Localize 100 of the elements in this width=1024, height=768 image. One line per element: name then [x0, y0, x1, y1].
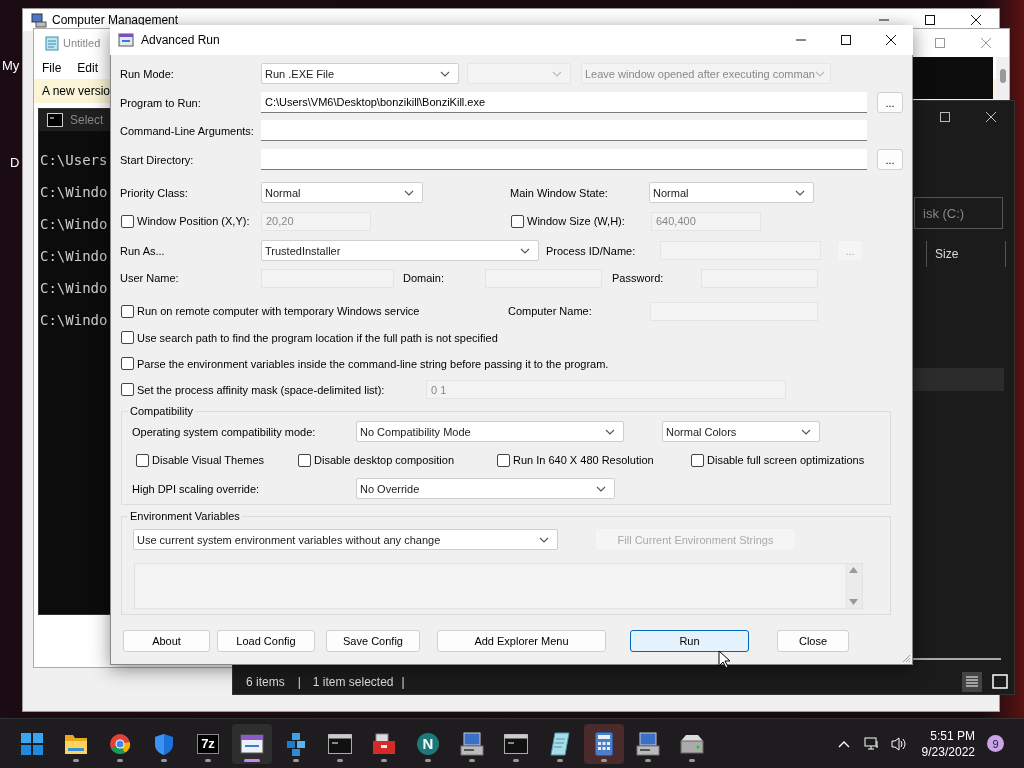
field-label: Password:: [612, 272, 664, 284]
window-title: Advanced Run: [141, 33, 220, 47]
maximize-icon: [840, 35, 851, 45]
dropdown[interactable]: TrustedInstaller: [261, 240, 539, 261]
menu-item[interactable]: File: [42, 60, 62, 75]
field-label: High DPI scaling override:: [132, 482, 260, 495]
checkbox[interactable]: Window Size (W,H):: [511, 214, 625, 228]
console-line: C:\Windo: [40, 311, 108, 330]
taskbar-button[interactable]: 7z: [188, 723, 228, 764]
dropdown[interactable]: Normal: [649, 182, 814, 203]
dialog-button[interactable]: Run: [630, 630, 749, 652]
checkbox[interactable]: Set the process affinity mask (space-delimited list):: [121, 383, 385, 396]
group-title: Environment Variables: [129, 510, 241, 522]
checkbox[interactable]: Parse the environment variables inside the command-line string before passing it to the program.: [121, 357, 609, 370]
text-field[interactable]: [261, 120, 867, 141]
computer-icon: [636, 731, 660, 756]
checkbox[interactable]: Run on remote computer with temporary Windows service: [121, 304, 420, 318]
dialog-button[interactable]: About: [123, 630, 210, 652]
console-line: C:\Windo: [40, 183, 108, 202]
dropdown[interactable]: No Compatibility Mode: [356, 421, 624, 442]
status-text: 1 item selected: [312, 674, 394, 689]
checkbox[interactable]: Use search path to find the program location if the full path is not specified: [121, 331, 498, 344]
notepad-icon: [549, 731, 571, 756]
console-line: C:\Windo: [40, 279, 108, 298]
calculator-icon: [595, 731, 613, 756]
status-separator: |: [401, 674, 405, 689]
field-label: Computer Name:: [508, 305, 592, 317]
address-field: isk (C:): [914, 197, 1003, 229]
maximize-icon: [925, 15, 935, 25]
checkbox[interactable]: Disable desktop composition: [298, 453, 455, 467]
volume-icon[interactable]: [889, 735, 908, 752]
maximize-icon: [935, 37, 945, 48]
chevron-down-icon: [440, 70, 450, 77]
browse-button[interactable]: ...: [877, 149, 903, 170]
notification-badge[interactable]: 9: [987, 735, 1004, 752]
checkbox[interactable]: Disable full screen optimizations: [691, 453, 865, 467]
chevron-down-icon: [801, 428, 811, 435]
close-icon: [986, 112, 996, 122]
group-title: Compatibility: [129, 405, 194, 417]
taskbar-button[interactable]: [584, 723, 624, 764]
checkbox[interactable]: Window Position (X,Y):: [121, 214, 250, 228]
dropdown[interactable]: Normal: [261, 182, 423, 203]
shield-icon: [154, 732, 174, 755]
window-icon: [240, 733, 264, 754]
text-field[interactable]: C:\Users\VM6\Desktop\bonzikill\BonziKill.exe: [261, 92, 867, 113]
chevron-down-icon: [605, 428, 615, 435]
field-label: Process ID/Name:: [546, 244, 636, 257]
mouse-pointer-icon: [718, 650, 731, 669]
desktop-icon-label: D: [10, 155, 20, 170]
scrollbar: [996, 57, 1009, 99]
window-title: Untitled: [63, 36, 101, 49]
resize-grip-icon: [901, 653, 911, 663]
chevron-down-icon: [520, 247, 530, 254]
dialog-button[interactable]: Close: [777, 630, 849, 652]
console-line: C:\Windo: [40, 247, 108, 266]
checkbox[interactable]: Run In 640 X 480 Resolution: [497, 453, 654, 467]
close-icon: [971, 15, 981, 25]
app-icon: [118, 32, 134, 48]
field-label: Priority Class:: [120, 186, 188, 199]
chevron-down-icon: [795, 189, 805, 196]
menu-item[interactable]: Edit: [77, 60, 99, 75]
console-line: C:\Windo: [40, 215, 108, 234]
chevron-down-icon: [552, 70, 562, 77]
tiles-view-icon[interactable]: [992, 673, 1008, 690]
drive-icon: [680, 733, 704, 754]
dialog-button[interactable]: Add Explorer Menu: [437, 630, 606, 652]
dropdown[interactable]: Use current system environment variables without any change: [133, 529, 558, 550]
network-icon[interactable]: [863, 735, 880, 752]
clock-date[interactable]: 9/23/2022: [921, 743, 975, 760]
windows-logo-icon: [21, 732, 43, 755]
details-view-icon[interactable]: [962, 671, 982, 692]
toolbox-icon: [372, 732, 396, 755]
taskbar-button[interactable]: N: [408, 723, 448, 764]
chevron-down-icon: [814, 70, 825, 77]
dialog-button[interactable]: Load Config: [217, 630, 315, 652]
console-line: C:\Users: [40, 151, 108, 170]
column-header: Size: [926, 241, 1006, 267]
field-label: Operating system compatibility mode:: [132, 425, 316, 438]
window-title: Select: [70, 113, 104, 127]
chevron-up-icon[interactable]: [837, 739, 850, 748]
field-label: Run Mode:: [120, 67, 174, 80]
dialog-button[interactable]: Save Config: [326, 630, 420, 652]
field-label: Run As...: [120, 244, 165, 257]
clock-time[interactable]: 5:51 PM: [930, 727, 975, 744]
console-icon: [47, 113, 63, 127]
checkbox[interactable]: Disable Visual Themes: [136, 453, 265, 467]
dropdown[interactable]: Normal Colors: [662, 421, 820, 442]
field-label: User Name:: [120, 272, 179, 284]
field-label: Start Directory:: [120, 153, 194, 166]
taskbar-button[interactable]: [232, 723, 272, 764]
close-icon: [885, 35, 896, 45]
dropdown[interactable]: Run .EXE File: [261, 63, 459, 84]
status-separator: |: [297, 674, 301, 689]
dropdown[interactable]: No Override: [356, 478, 615, 499]
console-icon: [328, 733, 352, 754]
browse-button[interactable]: ...: [877, 92, 903, 113]
computer-icon: [31, 12, 47, 28]
text-field[interactable]: [261, 149, 867, 170]
folder-icon: [64, 732, 88, 755]
status-text: 6 items: [246, 674, 285, 689]
